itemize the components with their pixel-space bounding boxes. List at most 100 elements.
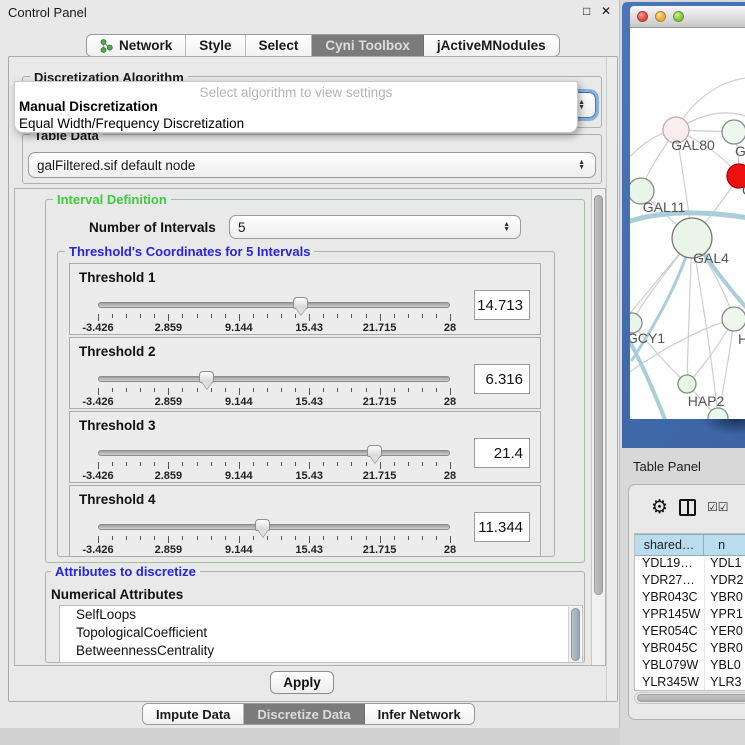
threshold-box-1: Threshold 1-3.4262.8599.14415.4321.71528… (69, 263, 541, 335)
cell-shared-name[interactable]: YBR043C (635, 590, 705, 607)
threshold-slider[interactable] (98, 450, 450, 456)
cell-shared-name[interactable]: YDR27… (635, 573, 705, 590)
window-shadow (700, 419, 745, 435)
network-node-label: GCY1 (630, 330, 665, 346)
cell-name[interactable]: YBR0 (705, 590, 745, 607)
tab-network[interactable]: Network (87, 35, 186, 56)
threshold-slider-thumb[interactable] (255, 519, 270, 531)
threshold-value-field[interactable]: 14.713 (474, 290, 530, 320)
cell-name[interactable]: YDL1 (705, 556, 745, 573)
tab-infer-network[interactable]: Infer Network (365, 704, 474, 724)
threshold-value-field[interactable]: 6.316 (474, 364, 530, 394)
cell-shared-name[interactable]: YER054C (635, 624, 705, 641)
network-node-label: H (738, 331, 745, 347)
cell-shared-name[interactable]: YPR145W (635, 607, 705, 624)
close-panel-icon[interactable]: ✕ (601, 4, 611, 18)
algorithm-option-equal-width[interactable]: Equal Width/Frequency Discretization (19, 116, 244, 131)
threshold-value-field[interactable]: 21.4 (474, 438, 530, 468)
algorithm-option-manual[interactable]: Manual Discretization (19, 99, 158, 114)
cell-name[interactable]: YBR0 (705, 641, 745, 658)
cell-name[interactable]: YPR1 (705, 607, 745, 624)
network-graph: GAL80GALCGAL11GAL4GCY1HHAP2 (630, 28, 745, 419)
network-node-label: HAP2 (688, 393, 725, 409)
cell-shared-name[interactable]: YBL079W (635, 658, 705, 675)
number-of-intervals-combobox[interactable]: 5 ▲▼ (229, 215, 521, 239)
table-row[interactable]: YBR043CYBR0 (635, 590, 745, 607)
slider-tick-labels: -3.4262.8599.14415.4321.71528 (98, 396, 450, 408)
cell-shared-name[interactable]: YBR045C (635, 641, 705, 658)
combo-stepper-icon: ▲▼ (578, 160, 587, 170)
attribute-list-item[interactable]: SelfLoops (60, 606, 582, 624)
network-node-label: GAL4 (693, 250, 729, 266)
cell-name[interactable]: YLR3 (705, 675, 745, 691)
threshold-label: Threshold 3 (79, 418, 156, 433)
content-panel-edge (606, 57, 617, 701)
network-node-label: GAL80 (671, 137, 715, 153)
attributes-list-scrollbar-thumb[interactable] (571, 608, 580, 661)
threshold-slider[interactable] (98, 524, 450, 530)
table-row[interactable]: YDL19…YDL1 (635, 556, 745, 573)
float-window-icon[interactable]: □ (583, 4, 590, 18)
attribute-list-item[interactable]: TopologicalCoefficient (60, 624, 582, 642)
cell-name[interactable]: YDR2 (705, 573, 745, 590)
tab-select[interactable]: Select (246, 35, 313, 56)
network-node-hap2[interactable] (678, 375, 696, 393)
settings-scrollbar-thumb[interactable] (594, 195, 603, 595)
network-window-titlebar[interactable] (630, 6, 745, 28)
table-panel-title: Table Panel (633, 459, 701, 474)
tab-jactivemnodules-label: jActiveMNodules (437, 38, 546, 53)
column-header-name[interactable]: n (704, 534, 745, 556)
threshold-slider[interactable] (98, 302, 450, 308)
table-horizontal-scrollbar[interactable] (634, 692, 745, 704)
column-header-shared-name[interactable]: shared… (635, 534, 704, 556)
tab-jactivemnodules[interactable]: jActiveMNodules (424, 35, 559, 56)
attribute-list-item[interactable]: BetweennessCentrality (60, 642, 582, 660)
zoom-traffic-icon[interactable] (673, 11, 684, 22)
minimize-traffic-icon[interactable] (655, 11, 666, 22)
network-node-right-h[interactable] (722, 307, 745, 331)
threshold-slider[interactable] (98, 376, 450, 382)
threshold-slider-thumb[interactable] (199, 371, 214, 383)
checkboxes-icon[interactable]: ☑☑ (707, 500, 729, 514)
slider-ticks (98, 388, 450, 396)
tab-style[interactable]: Style (186, 35, 245, 56)
cell-name[interactable]: YBL0 (705, 658, 745, 675)
bottom-tab-bar: Impute Data Discretize Data Infer Networ… (142, 703, 475, 725)
cell-name[interactable]: YER0 (705, 624, 745, 641)
settings-vertical-scrollbar[interactable] (591, 189, 605, 665)
tab-cyni-toolbox[interactable]: Cyni Toolbox (312, 35, 424, 56)
apply-button[interactable]: Apply (270, 671, 334, 694)
threshold-slider-thumb[interactable] (293, 297, 308, 309)
close-traffic-icon[interactable] (637, 11, 648, 22)
columns-icon[interactable] (679, 499, 696, 516)
threshold-slider-thumb[interactable] (367, 445, 382, 457)
network-graph-icon (100, 39, 113, 53)
tab-infer-network-label: Infer Network (378, 707, 461, 722)
network-canvas[interactable]: GAL80GALCGAL11GAL4GCY1HHAP2 (630, 28, 745, 419)
cell-shared-name[interactable]: YLR345W (635, 675, 705, 691)
number-of-intervals-value: 5 (238, 220, 246, 235)
table-row[interactable]: YLR345WYLR3 (635, 675, 745, 691)
numerical-attributes-list[interactable]: SelfLoopsTopologicalCoefficientBetweenne… (59, 605, 583, 663)
table-hscrollbar-thumb[interactable] (637, 694, 745, 702)
table-row[interactable]: YBL079WYBL0 (635, 658, 745, 675)
threshold-value-field[interactable]: 11.344 (474, 512, 530, 542)
node-attribute-table: shared… n YDL19…YDL1YDR27…YDR2YBR043CYBR… (634, 533, 745, 691)
slider-ticks (98, 462, 450, 470)
table-row[interactable]: YDR27…YDR2 (635, 573, 745, 590)
cell-shared-name[interactable]: YDL19… (635, 556, 705, 573)
attributes-list-scrollbar[interactable] (568, 607, 581, 663)
tab-impute-data[interactable]: Impute Data (143, 704, 244, 724)
network-node-top-right[interactable] (722, 120, 745, 144)
table-row[interactable]: YPR145WYPR1 (635, 607, 745, 624)
tab-discretize-data[interactable]: Discretize Data (244, 704, 364, 724)
table-row[interactable]: YER054CYER0 (635, 624, 745, 641)
network-node-label: GAL (735, 143, 745, 159)
table-data-combobox[interactable]: galFiltered.sif default node ▲▼ (28, 152, 596, 178)
gear-icon[interactable]: ⚙ (651, 496, 668, 519)
network-node-label: GAL11 (643, 199, 686, 215)
table-row[interactable]: YBR045CYBR0 (635, 641, 745, 658)
tab-impute-data-label: Impute Data (156, 707, 230, 722)
thresholds-group-title: Threshold's Coordinates for 5 Intervals (65, 244, 314, 259)
algorithm-placeholder-option[interactable]: Select algorithm to view settings (15, 85, 577, 100)
